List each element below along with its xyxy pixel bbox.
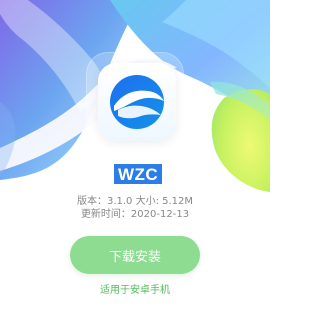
- app-logo-icon: [98, 63, 176, 141]
- download-page: WZC 版本：3.1.0 大小: 5.12M 更新时间：2020-12-13 下…: [0, 0, 270, 314]
- download-install-button[interactable]: 下载安装: [70, 236, 200, 274]
- version-size-text: 版本：3.1.0 大小: 5.12M: [76, 196, 194, 207]
- android-compat-text: 适用于安卓手机: [100, 285, 170, 296]
- app-name-label: WZC: [114, 164, 163, 184]
- update-time-text: 更新时间：2020-12-13: [80, 209, 190, 220]
